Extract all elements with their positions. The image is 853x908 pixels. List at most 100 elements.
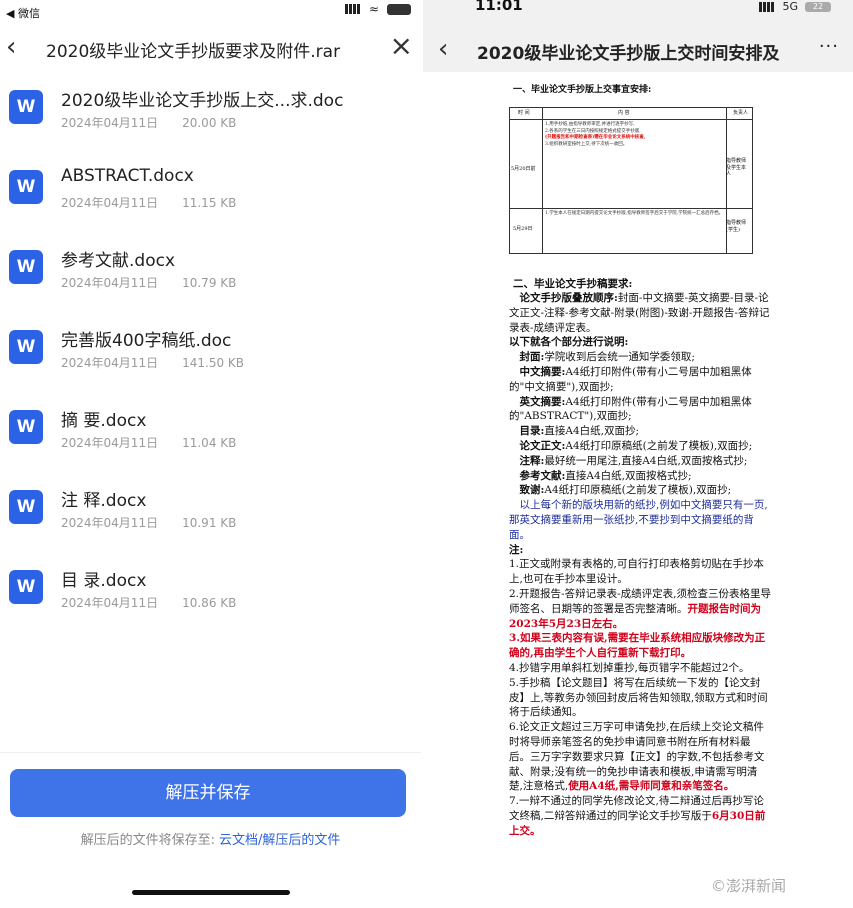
word-file-icon: W xyxy=(9,90,43,124)
table-header: 时 间 内 容 负责人 xyxy=(510,108,752,120)
more-icon[interactable]: ··· xyxy=(819,36,839,57)
back-chevron-icon[interactable]: ‹ xyxy=(438,34,448,64)
requirement-item: 封面:学院收到后会统一通知学委领取; xyxy=(509,350,771,365)
schedule-table: 时 间 内 容 负责人 5月20日前 5月29日 1.用手抄纸,由指导教师审定,… xyxy=(509,107,753,254)
note-item: 3.如果三表内容有误,需要在毕业系统相应版块修改为正确的,再由学生个人自行重新下… xyxy=(509,632,766,660)
list-item[interactable]: W ABSTRACT.docx 2024年04月11日 11.15 KB xyxy=(0,160,421,240)
list-item[interactable]: W 2020级毕业论文手抄版上交...求.doc 2024年04月11日 20.0… xyxy=(0,80,421,160)
status-icons: ≈ xyxy=(344,2,411,16)
intro-text: 以下就各个部分进行说明: xyxy=(509,336,629,349)
battery-icon: 22 xyxy=(805,1,831,12)
save-location-hint: 解压后的文件将保存至: 云文档/解压后的文件 xyxy=(0,829,421,848)
table-cell: 5月20日前 xyxy=(511,166,536,172)
status-bar: ◀ 微信 ≈ xyxy=(0,0,421,22)
table-header-cell: 内 容 xyxy=(618,110,630,116)
note-item: 2.开题报告-答辩记录表-成绩评定表,须检查三份表格里导师签名、日期等的签署是否… xyxy=(509,587,771,631)
file-meta: 2024年04月11日 10.91 KB xyxy=(61,514,236,531)
document-preview[interactable]: 一、毕业论文手抄版上交事宜安排: 时 间 内 容 负责人 5月20日前 5月29… xyxy=(509,76,771,908)
status-icons: 5G 22 xyxy=(759,0,831,13)
divider xyxy=(0,752,421,753)
file-list: W 2020级毕业论文手抄版上交...求.doc 2024年04月11日 20.0… xyxy=(0,80,421,640)
file-size: 10.86 KB xyxy=(182,596,237,610)
extract-and-save-button[interactable]: 解压并保存 xyxy=(10,769,406,817)
requirement-item: 中文摘要:A4纸打印附件(带有小二号居中加粗黑体的"中文摘要"),双面抄; xyxy=(509,365,771,395)
file-meta: 2024年04月11日 10.86 KB xyxy=(61,594,236,611)
order-label: 论文手抄版叠放顺序: xyxy=(519,292,618,304)
item-text: 最好统一用尾注,直接A4白纸,双面按格式抄; xyxy=(544,454,748,467)
notes-title: 注: xyxy=(509,543,524,556)
table-cell: 指导教师及学生本人 xyxy=(726,158,747,177)
requirement-item: 英文摘要:A4纸打印附件(带有小二号居中加粗黑体的"ABSTRACT"),双面抄… xyxy=(509,395,771,425)
file-date: 2024年04月11日 xyxy=(61,436,159,450)
file-meta: 2024年04月11日 11.04 KB xyxy=(61,434,236,451)
table-row-line xyxy=(510,208,752,209)
file-name: 目 录.docx xyxy=(61,571,147,591)
list-item[interactable]: W 参考文献.docx 2024年04月11日 10.79 KB xyxy=(0,240,421,320)
file-size: 11.04 KB xyxy=(182,436,237,450)
requirement-item: 注释:最好统一用尾注,直接A4白纸,双面按格式抄; xyxy=(509,454,771,469)
item-text: A4纸打印原稿纸(之前发了模板),双面抄; xyxy=(544,484,732,497)
back-to-wechat-link[interactable]: ◀ 微信 xyxy=(6,5,40,21)
word-file-icon: W xyxy=(9,410,43,444)
note-item: 5.手抄稿【论文题目】将写在后续统一下发的【论文封皮】上,等教务办领回封皮后将告… xyxy=(509,676,768,719)
file-date: 2024年04月11日 xyxy=(61,516,159,530)
list-item[interactable]: W 摘 要.docx 2024年04月11日 11.04 KB xyxy=(0,400,421,480)
list-item[interactable]: W 目 录.docx 2024年04月11日 10.86 KB xyxy=(0,560,421,640)
item-text: A4纸打印原稿纸(之前发了模板),双面抄; xyxy=(565,439,753,452)
file-date: 2024年04月11日 xyxy=(61,196,159,210)
blue-note: 以上每个新的版块用新的纸抄,例如中文摘要只有一页,那英文摘要重新用一张纸抄,不要… xyxy=(509,499,768,541)
table-header-cell: 时 间 xyxy=(518,110,530,116)
table-cell: 1.学生本人在规定日期内提交论文手抄版,指导教师签字后交于学院,学院统一汇总后存… xyxy=(545,211,724,216)
network-label: 5G xyxy=(782,0,798,13)
top-bar: 11:01 5G 22 ‹ 2020级毕业论文手抄版上交时间安排及 ··· xyxy=(423,0,853,72)
list-item[interactable]: W 完善版400字稿纸.doc 2024年04月11日 141.50 KB xyxy=(0,320,421,400)
note-item: 4.抄错字用单斜杠划掉重抄,每页错字不能超过2个。 xyxy=(509,661,750,674)
file-name: 完善版400字稿纸.doc xyxy=(61,331,232,351)
item-label: 注释: xyxy=(519,454,545,467)
file-meta: 2024年04月11日 141.50 KB xyxy=(61,354,244,371)
item-text: 学院收到后会统一通知学委领取; xyxy=(544,351,695,364)
item-label: 目录: xyxy=(519,425,545,438)
word-file-icon: W xyxy=(9,250,43,284)
file-meta: 2024年04月11日 11.15 KB xyxy=(61,194,236,211)
word-file-icon: W xyxy=(9,490,43,524)
signal-icon xyxy=(344,4,361,14)
page-title: 2020级毕业论文手抄版上交时间安排及 xyxy=(477,44,780,64)
note-item: 6.论文正文超过三万字可申请免抄,在后续上交论文稿件时将导师亲笔签名的免抄申请同… xyxy=(509,720,771,794)
back-chevron-icon[interactable]: ‹ xyxy=(6,32,16,62)
file-size: 20.00 KB xyxy=(182,116,237,130)
page-title: 2020级毕业论文手抄版要求及附件.rar xyxy=(46,42,341,62)
header: ‹ 2020级毕业论文手抄版要求及附件.rar × xyxy=(0,30,421,70)
save-path-link[interactable]: 云文档/解压后的文件 xyxy=(219,833,340,848)
table-column-line xyxy=(542,108,543,253)
note-highlight: 使用A4纸,需导师同意和亲笔签名。 xyxy=(568,780,735,793)
item-label: 论文正文: xyxy=(519,439,566,452)
watermark: ©澎湃新闻 xyxy=(711,877,787,895)
table-cell: 1.用手抄纸,由指导教师审定,并进行逐字抄写, 2.各系的学生在三日内按照规定格… xyxy=(545,122,725,148)
list-item[interactable]: W 注 释.docx 2024年04月11日 10.91 KB xyxy=(0,480,421,560)
note-item: 7.一辩不通过的同学先修改论文,待二辩通过后再抄写论文终稿,二辩答辩通过的同学论… xyxy=(509,794,771,838)
requirement-item: 论文正文:A4纸打印原稿纸(之前发了模板),双面抄; xyxy=(509,439,771,454)
item-label: 致谢: xyxy=(519,484,545,497)
section-heading: 一、毕业论文手抄版上交事宜安排: xyxy=(513,85,652,95)
word-file-icon: W xyxy=(9,330,43,364)
save-hint-label: 解压后的文件将保存至: xyxy=(80,833,215,848)
home-indicator[interactable] xyxy=(132,890,290,895)
battery-icon xyxy=(387,3,411,15)
right-screen: 11:01 5G 22 ‹ 2020级毕业论文手抄版上交时间安排及 ··· 一、… xyxy=(423,0,853,908)
item-text: 直接A4白纸,双面抄; xyxy=(544,425,640,438)
status-time: 11:01 xyxy=(475,0,523,14)
requirement-item: 目录:直接A4白纸,双面抄; xyxy=(509,424,771,439)
file-date: 2024年04月11日 xyxy=(61,356,159,370)
word-file-icon: W xyxy=(9,170,43,204)
close-icon[interactable]: × xyxy=(390,30,413,62)
order-paragraph: 论文手抄版叠放顺序:封面-中文摘要-英文摘要-目录-论文正文-注释-参考文献-附… xyxy=(509,291,771,335)
left-screen: ◀ 微信 ≈ ‹ 2020级毕业论文手抄版要求及附件.rar × W 2020级… xyxy=(0,0,421,908)
item-label: 英文摘要: xyxy=(519,395,566,408)
file-name: ABSTRACT.docx xyxy=(61,166,194,186)
file-date: 2024年04月11日 xyxy=(61,276,159,290)
file-size: 10.91 KB xyxy=(182,516,237,530)
item-text: 直接A4白纸,双面按格式抄; xyxy=(565,469,692,482)
section-heading: 二、毕业论文手抄稿要求: xyxy=(513,278,633,290)
file-size: 11.15 KB xyxy=(182,196,237,210)
